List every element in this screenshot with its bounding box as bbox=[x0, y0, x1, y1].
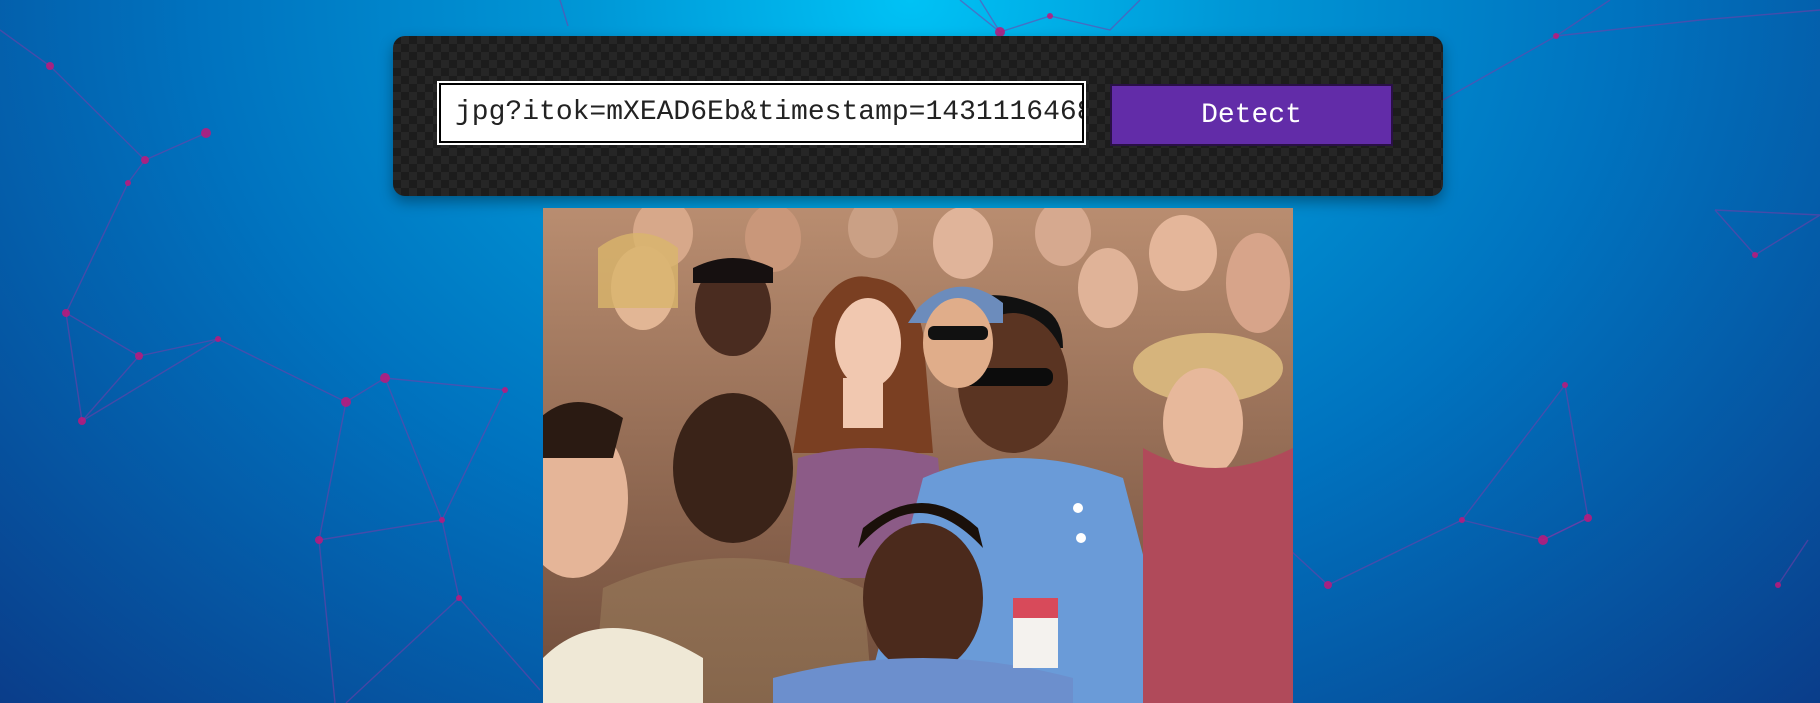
url-input-value: jpg?itok=mXEAD6Eb&timestamp=1431116468 bbox=[455, 97, 1084, 128]
crowd-photo bbox=[543, 208, 1293, 703]
detect-button[interactable]: Detect bbox=[1110, 84, 1393, 146]
search-panel: jpg?itok=mXEAD6Eb&timestamp=1431116468 D… bbox=[393, 36, 1443, 196]
url-input[interactable]: jpg?itok=mXEAD6Eb&timestamp=1431116468 bbox=[437, 81, 1086, 145]
crowd-photo-image bbox=[543, 208, 1293, 703]
